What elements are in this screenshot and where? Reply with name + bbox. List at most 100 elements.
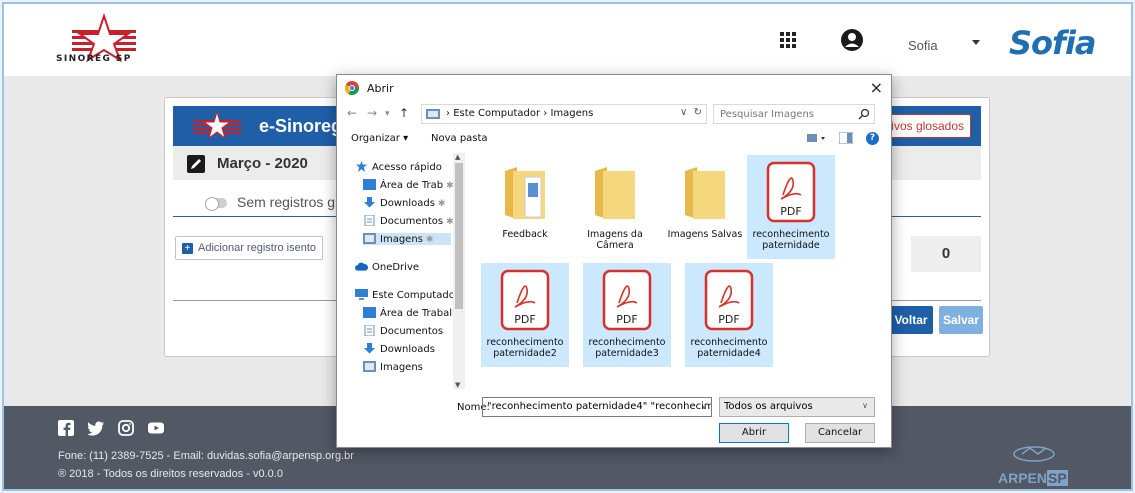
add-isento-label: Adicionar registro isento (198, 242, 317, 254)
pin-icon: ✱ (437, 199, 446, 209)
pin-icon: ✱ (425, 235, 434, 245)
file-item-pdf-1[interactable]: PDF reconhecimento paternidade (747, 155, 835, 259)
file-open-dialog: Abrir × ← → ▾ ↑ › Este Computador › Imag… (336, 74, 892, 448)
nav-images-pinned[interactable]: Imagens ✱ (363, 233, 451, 245)
dialog-title-bar[interactable]: Abrir × (337, 75, 891, 101)
scroll-thumb[interactable] (455, 163, 463, 309)
folder-icon (505, 167, 545, 219)
pdf-label: PDF (718, 313, 739, 326)
edit-icon[interactable] (187, 155, 205, 173)
pictures-icon (363, 361, 376, 372)
address-bar[interactable]: › Este Computador › Imagens ∨ ↻ (421, 104, 707, 124)
file-item-pdf-2[interactable]: PDF reconhecimento paternidade2 (481, 263, 569, 367)
close-icon[interactable]: × (870, 78, 883, 97)
preview-pane-icon[interactable] (839, 132, 853, 144)
forward-arrow-icon[interactable]: → (367, 106, 377, 120)
desktop-icon (363, 179, 376, 190)
file-type-select[interactable]: Todos os arquivos ∨ (719, 397, 875, 417)
apps-grid-icon[interactable] (780, 32, 796, 48)
nav-scrollbar[interactable]: ▲ ▼ (453, 153, 465, 389)
sofia-brand-logo[interactable]: Sofia (1009, 24, 1097, 62)
file-name: reconhecimento paternidade4 (690, 337, 768, 359)
facebook-icon[interactable] (58, 420, 74, 436)
file-item-camera[interactable]: Imagens da Câmera (571, 155, 659, 259)
instagram-icon[interactable] (118, 420, 134, 436)
nav-pc-downloads[interactable]: Downloads (363, 343, 435, 355)
arpen-main: ARPEN (998, 470, 1048, 486)
month-label: Março - 2020 (217, 155, 308, 172)
pdf-file-icon: PDF (766, 161, 816, 223)
nav-label: Área de Trabalho (380, 308, 465, 319)
cancel-button[interactable]: Cancelar (805, 423, 875, 443)
path-segment[interactable]: Este Computador (453, 108, 540, 119)
sinoreg-logo-text: SINOREG SP (56, 54, 132, 64)
address-controls[interactable]: ∨ ↻ (680, 107, 702, 118)
filename-value: "reconhecimento paternidade4" "reconheci… (487, 401, 712, 412)
navigation-row: ← → ▾ ↑ › Este Computador › Imagens ∨ ↻ … (337, 101, 891, 127)
nav-pc-desktop[interactable]: Área de Trabalho (363, 307, 464, 319)
card-title: e-Sinoreg (259, 116, 343, 136)
nav-label: OneDrive (372, 262, 420, 273)
add-isento-button[interactable]: + Adicionar registro isento (175, 236, 324, 260)
chevron-down-icon[interactable]: ∨ (701, 402, 707, 411)
sem-registros-toggle[interactable] (205, 197, 227, 211)
desktop-icon (363, 307, 376, 318)
nav-onedrive[interactable]: OneDrive (355, 261, 419, 273)
file-name: reconhecimento paternidade3 (588, 337, 666, 359)
open-button[interactable]: Abrir (719, 423, 789, 443)
user-avatar-icon[interactable] (840, 28, 864, 52)
path-segment[interactable]: Imagens (550, 108, 593, 119)
filename-row: Nome: "reconhecimento paternidade4" "rec… (337, 397, 891, 419)
nav-label: Imagens (380, 362, 423, 373)
file-item-pdf-3[interactable]: PDF reconhecimento paternidade3 (583, 263, 671, 367)
nav-this-pc[interactable]: Este Computador (355, 289, 459, 301)
salvar-button[interactable]: Salvar (939, 306, 983, 334)
download-icon (364, 343, 375, 354)
organize-button[interactable]: Organizar ▾ (351, 133, 408, 144)
file-name: Imagens da Câmera (587, 229, 643, 251)
nav-documents-pinned[interactable]: Documentos ✱ (363, 215, 454, 227)
user-name[interactable]: Sofia (908, 38, 938, 53)
download-icon (364, 197, 375, 208)
toggle-label: Sem registros gr (237, 194, 340, 210)
folder-icon (595, 167, 635, 219)
search-box[interactable]: Pesquisar Imagens (713, 104, 875, 124)
file-item-saved-images[interactable]: Imagens Salvas (661, 155, 749, 259)
search-placeholder: Pesquisar Imagens (720, 109, 814, 120)
footer-copyright: ® 2018 - Todos os direitos reservados - … (58, 468, 283, 480)
pdf-file-icon: PDF (704, 269, 754, 331)
computer-icon (355, 289, 368, 300)
scroll-down-icon[interactable]: ▼ (455, 381, 460, 389)
nav-quick-access[interactable]: Acesso rápido (355, 161, 442, 173)
scroll-up-icon[interactable]: ▲ (455, 153, 460, 161)
user-menu-caret-icon[interactable] (972, 40, 980, 45)
youtube-icon[interactable] (148, 420, 164, 436)
new-folder-button[interactable]: Nova pasta (431, 133, 488, 144)
nav-downloads-pinned[interactable]: Downloads ✱ (363, 197, 445, 209)
voltar-button[interactable]: Voltar (889, 306, 933, 334)
browser-page: SINOREG SP Sofia Sofia e-Sinoreg uivos g… (2, 2, 1133, 491)
file-name: reconhecimento paternidade2 (486, 337, 564, 359)
file-item-feedback[interactable]: Feedback (481, 155, 569, 259)
cloud-icon (355, 262, 368, 271)
nav-label: Documentos (380, 326, 444, 337)
folder-icon (685, 167, 725, 219)
twitter-icon[interactable] (87, 420, 104, 436)
nav-label: Imagens (380, 234, 423, 245)
address-path: › Este Computador › Imagens (446, 108, 594, 119)
file-name: Imagens Salvas (667, 229, 743, 240)
nav-pc-documents[interactable]: Documentos (363, 325, 443, 337)
back-arrow-icon[interactable]: ← (347, 106, 357, 120)
up-arrow-icon[interactable]: ↑ (399, 106, 409, 120)
card-sinoreg-logo (193, 110, 241, 140)
file-name: Feedback (502, 229, 548, 240)
file-item-pdf-4[interactable]: PDF reconhecimento paternidade4 (685, 263, 773, 367)
nav-pc-images[interactable]: Imagens (363, 361, 423, 373)
nav-desktop-pinned[interactable]: Área de Trab ✱ (363, 179, 454, 191)
filename-input[interactable]: "reconhecimento paternidade4" "reconheci… (482, 397, 712, 417)
recent-locations-icon[interactable]: ▾ (385, 109, 390, 119)
dialog-title: Abrir (367, 82, 394, 95)
help-icon[interactable]: ? (866, 132, 879, 145)
view-options-icon[interactable] (807, 132, 829, 144)
pictures-folder-icon (426, 109, 440, 119)
